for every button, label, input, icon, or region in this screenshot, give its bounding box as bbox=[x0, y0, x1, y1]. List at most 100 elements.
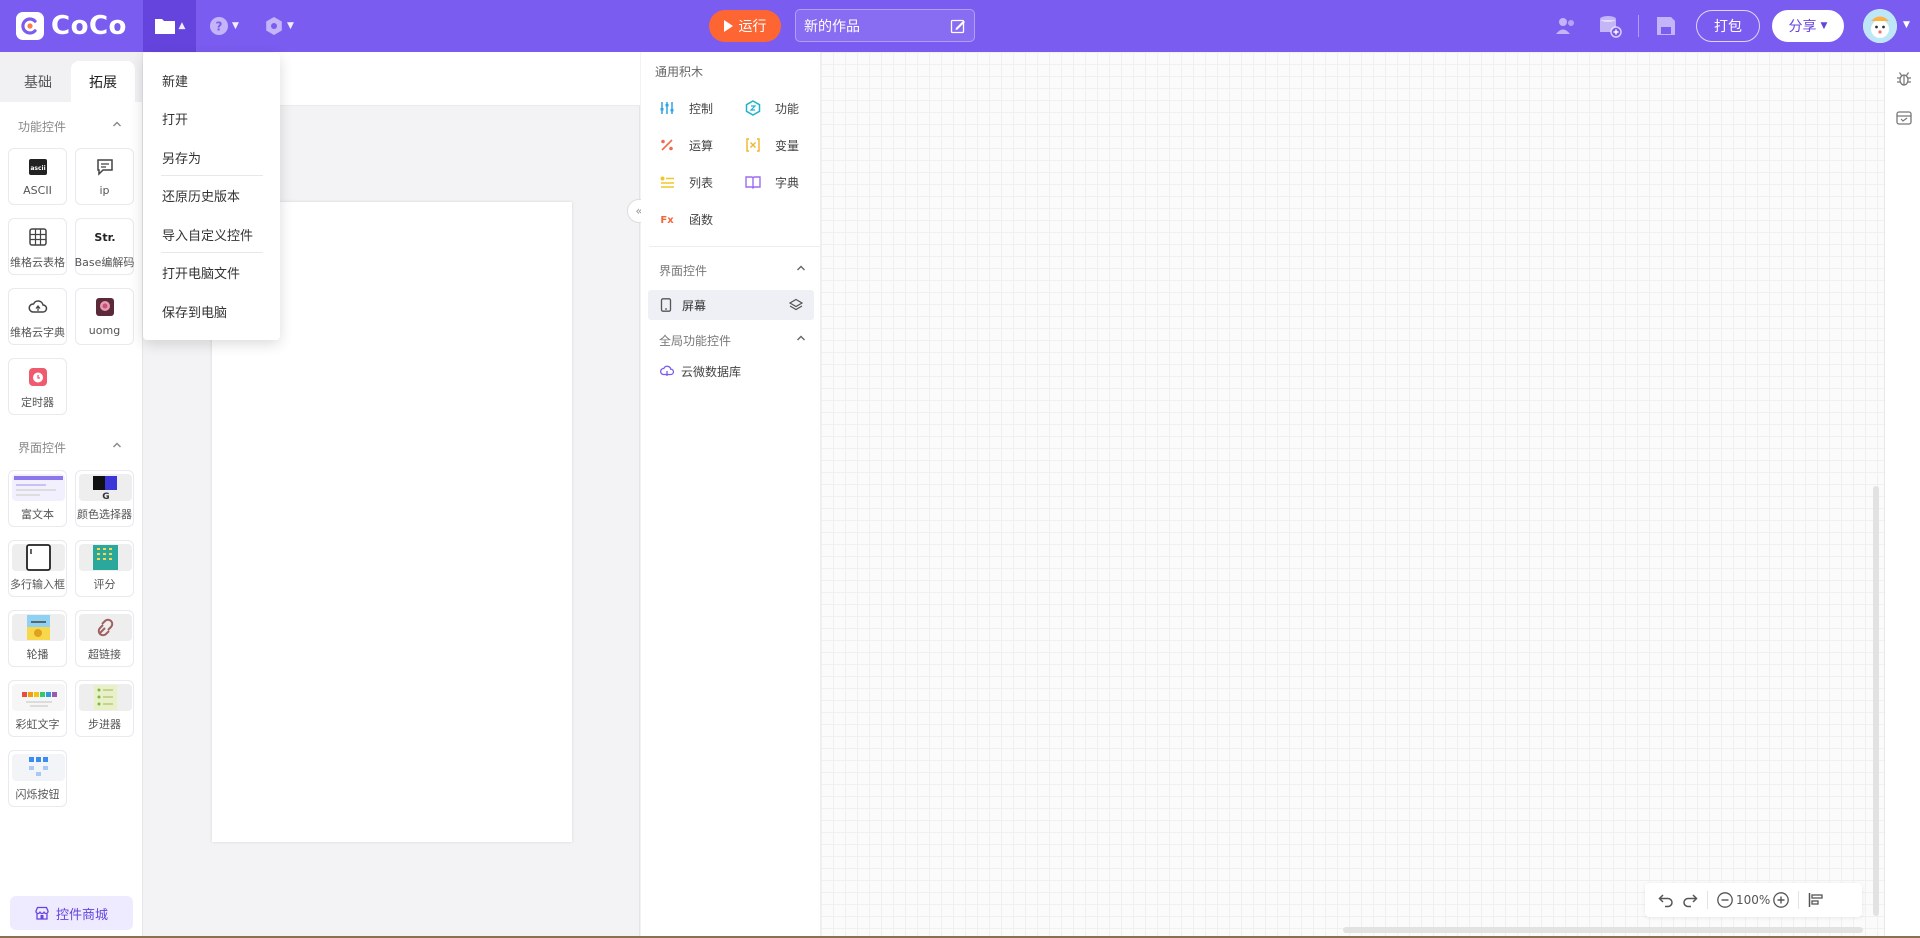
widget-uomg[interactable]: uomg bbox=[75, 288, 134, 345]
package-button[interactable]: 打包 bbox=[1696, 10, 1760, 42]
widget-store-button[interactable]: 控件商城 bbox=[10, 896, 133, 930]
svg-text:?: ? bbox=[216, 20, 223, 34]
category-dictionary[interactable]: 字典 bbox=[745, 170, 799, 194]
console-box-icon[interactable] bbox=[1895, 109, 1913, 127]
widget-tabs: 基础 拓展 bbox=[0, 52, 142, 102]
run-button[interactable]: 运行 bbox=[709, 10, 781, 42]
align-blocks-icon[interactable] bbox=[1807, 891, 1825, 909]
chevron-up-icon[interactable] bbox=[112, 119, 122, 129]
header-divider bbox=[1638, 15, 1639, 37]
cloud-database-label: 云微数据库 bbox=[681, 364, 742, 379]
zoom-out-icon[interactable] bbox=[1716, 891, 1734, 909]
operator-icon bbox=[659, 137, 675, 153]
widget-hyperlink[interactable]: 超链接 bbox=[75, 610, 134, 667]
cloud-database-icon bbox=[660, 365, 674, 376]
avatar[interactable] bbox=[1863, 9, 1897, 43]
layers-icon[interactable] bbox=[789, 298, 803, 312]
coco-logo-icon bbox=[16, 12, 44, 40]
file-menu-dropdown: 新建 打开 另存为 还原历史版本 导入自定义控件 打开电脑文件 保存到电脑 bbox=[143, 53, 280, 340]
code-workspace[interactable] bbox=[821, 52, 1884, 938]
toolbar-divider bbox=[1707, 891, 1708, 909]
widget-vika-table[interactable]: 维格云表格 bbox=[8, 218, 67, 275]
category-list[interactable]: 列表 bbox=[659, 170, 713, 194]
widget-stepper[interactable]: 步进器 bbox=[75, 680, 134, 737]
widget-blink-button[interactable]: 闪烁按钮 bbox=[8, 750, 67, 807]
menu-item-import-custom-widget[interactable]: 导入自定义控件 bbox=[162, 225, 253, 245]
run-label: 运行 bbox=[738, 19, 767, 35]
widget-timer[interactable]: 定时器 bbox=[8, 358, 67, 415]
category-label: 变量 bbox=[775, 138, 800, 153]
category-function[interactable]: 功能 bbox=[745, 96, 799, 120]
chevron-up-icon[interactable] bbox=[112, 440, 122, 450]
folder-icon bbox=[154, 19, 175, 34]
rating-preview bbox=[79, 544, 132, 571]
category-label: 功能 bbox=[775, 101, 800, 116]
menu-item-save-as[interactable]: 另存为 bbox=[162, 148, 201, 168]
svg-text:ascii: ascii bbox=[30, 165, 45, 172]
coco-logo[interactable]: CoCo bbox=[16, 11, 127, 41]
uomg-image-icon bbox=[95, 298, 114, 316]
common-blocks-title: 通用积木 bbox=[655, 65, 704, 79]
redo-icon[interactable] bbox=[1681, 891, 1699, 909]
chevron-down-icon[interactable]: ▼ bbox=[1903, 20, 1910, 30]
blink-button-preview bbox=[12, 754, 65, 781]
widget-label: 彩虹文字 bbox=[15, 718, 60, 731]
widget-label: 超链接 bbox=[88, 648, 121, 661]
widget-base-codec[interactable]: Str. Base编解码 bbox=[75, 218, 134, 275]
logo-text: CoCo bbox=[51, 11, 127, 41]
cloud-icon bbox=[28, 300, 47, 313]
svg-text:Fx: Fx bbox=[660, 215, 674, 226]
cloud-database-item[interactable]: 云微数据库 bbox=[660, 361, 741, 381]
edit-icon[interactable] bbox=[950, 18, 966, 34]
widget-color-picker[interactable]: G 颜色选择器 bbox=[75, 470, 134, 527]
category-label: 列表 bbox=[689, 175, 714, 190]
category-control[interactable]: 控制 bbox=[659, 96, 713, 120]
str-icon: Str. bbox=[95, 231, 115, 244]
settings-menu-button[interactable]: ▼ bbox=[258, 0, 300, 52]
vertical-scrollbar[interactable] bbox=[1873, 486, 1879, 916]
widget-label: 颜色选择器 bbox=[77, 508, 132, 521]
help-menu-button[interactable]: ? ▼ bbox=[203, 0, 245, 52]
widget-vika-dict[interactable]: 维格云字典 bbox=[8, 288, 67, 345]
category-label: 控制 bbox=[689, 101, 714, 116]
function-icon bbox=[745, 100, 761, 116]
save-icon[interactable] bbox=[1654, 14, 1678, 38]
widget-rainbow-text[interactable]: 彩虹文字 bbox=[8, 680, 67, 737]
chevron-up-icon[interactable] bbox=[796, 333, 806, 343]
file-menu-button[interactable]: ▲ bbox=[143, 0, 196, 52]
screen-item[interactable]: 屏幕 bbox=[648, 290, 814, 320]
zoom-in-icon[interactable] bbox=[1772, 891, 1790, 909]
undo-icon[interactable] bbox=[1657, 891, 1675, 909]
menu-item-save-to-computer[interactable]: 保存到电脑 bbox=[162, 302, 227, 322]
category-variable[interactable]: 变量 bbox=[745, 133, 799, 157]
horizontal-scrollbar[interactable] bbox=[1343, 927, 1863, 933]
tab-extension[interactable]: 拓展 bbox=[71, 61, 135, 102]
database-add-icon[interactable] bbox=[1598, 14, 1622, 38]
menu-item-new[interactable]: 新建 bbox=[162, 71, 188, 91]
widget-multiline-input[interactable]: 多行输入框 bbox=[8, 540, 67, 597]
collaborators-icon[interactable] bbox=[1554, 14, 1578, 38]
menu-item-open-local-file[interactable]: 打开电脑文件 bbox=[162, 263, 240, 283]
help-icon: ? bbox=[210, 17, 229, 35]
share-button[interactable]: 分享 ▼ bbox=[1772, 10, 1844, 42]
menu-item-open[interactable]: 打开 bbox=[162, 109, 188, 129]
project-title-input[interactable] bbox=[804, 15, 944, 37]
widget-label: ip bbox=[99, 184, 110, 197]
category-fx[interactable]: Fx 函数 bbox=[659, 207, 713, 231]
widget-rating[interactable]: 评分 bbox=[75, 540, 134, 597]
widget-carousel[interactable]: 轮播 bbox=[8, 610, 67, 667]
widget-ip[interactable]: ip bbox=[75, 148, 134, 205]
multiline-input-preview bbox=[12, 544, 65, 571]
debug-bug-icon[interactable] bbox=[1895, 70, 1913, 88]
tab-basic[interactable]: 基础 bbox=[6, 61, 70, 102]
widget-label: 富文本 bbox=[21, 508, 54, 521]
widget-ascii[interactable]: ascii ASCII bbox=[8, 148, 67, 205]
category-operator[interactable]: 运算 bbox=[659, 133, 713, 157]
list-icon bbox=[659, 174, 675, 190]
chevron-up-icon[interactable] bbox=[796, 263, 806, 273]
widget-rich-text[interactable]: 富文本 bbox=[8, 470, 67, 527]
menu-item-restore-history[interactable]: 还原历史版本 bbox=[162, 186, 240, 206]
variable-icon bbox=[745, 137, 761, 153]
widget-label: ASCII bbox=[23, 184, 52, 197]
chat-icon bbox=[96, 159, 113, 176]
